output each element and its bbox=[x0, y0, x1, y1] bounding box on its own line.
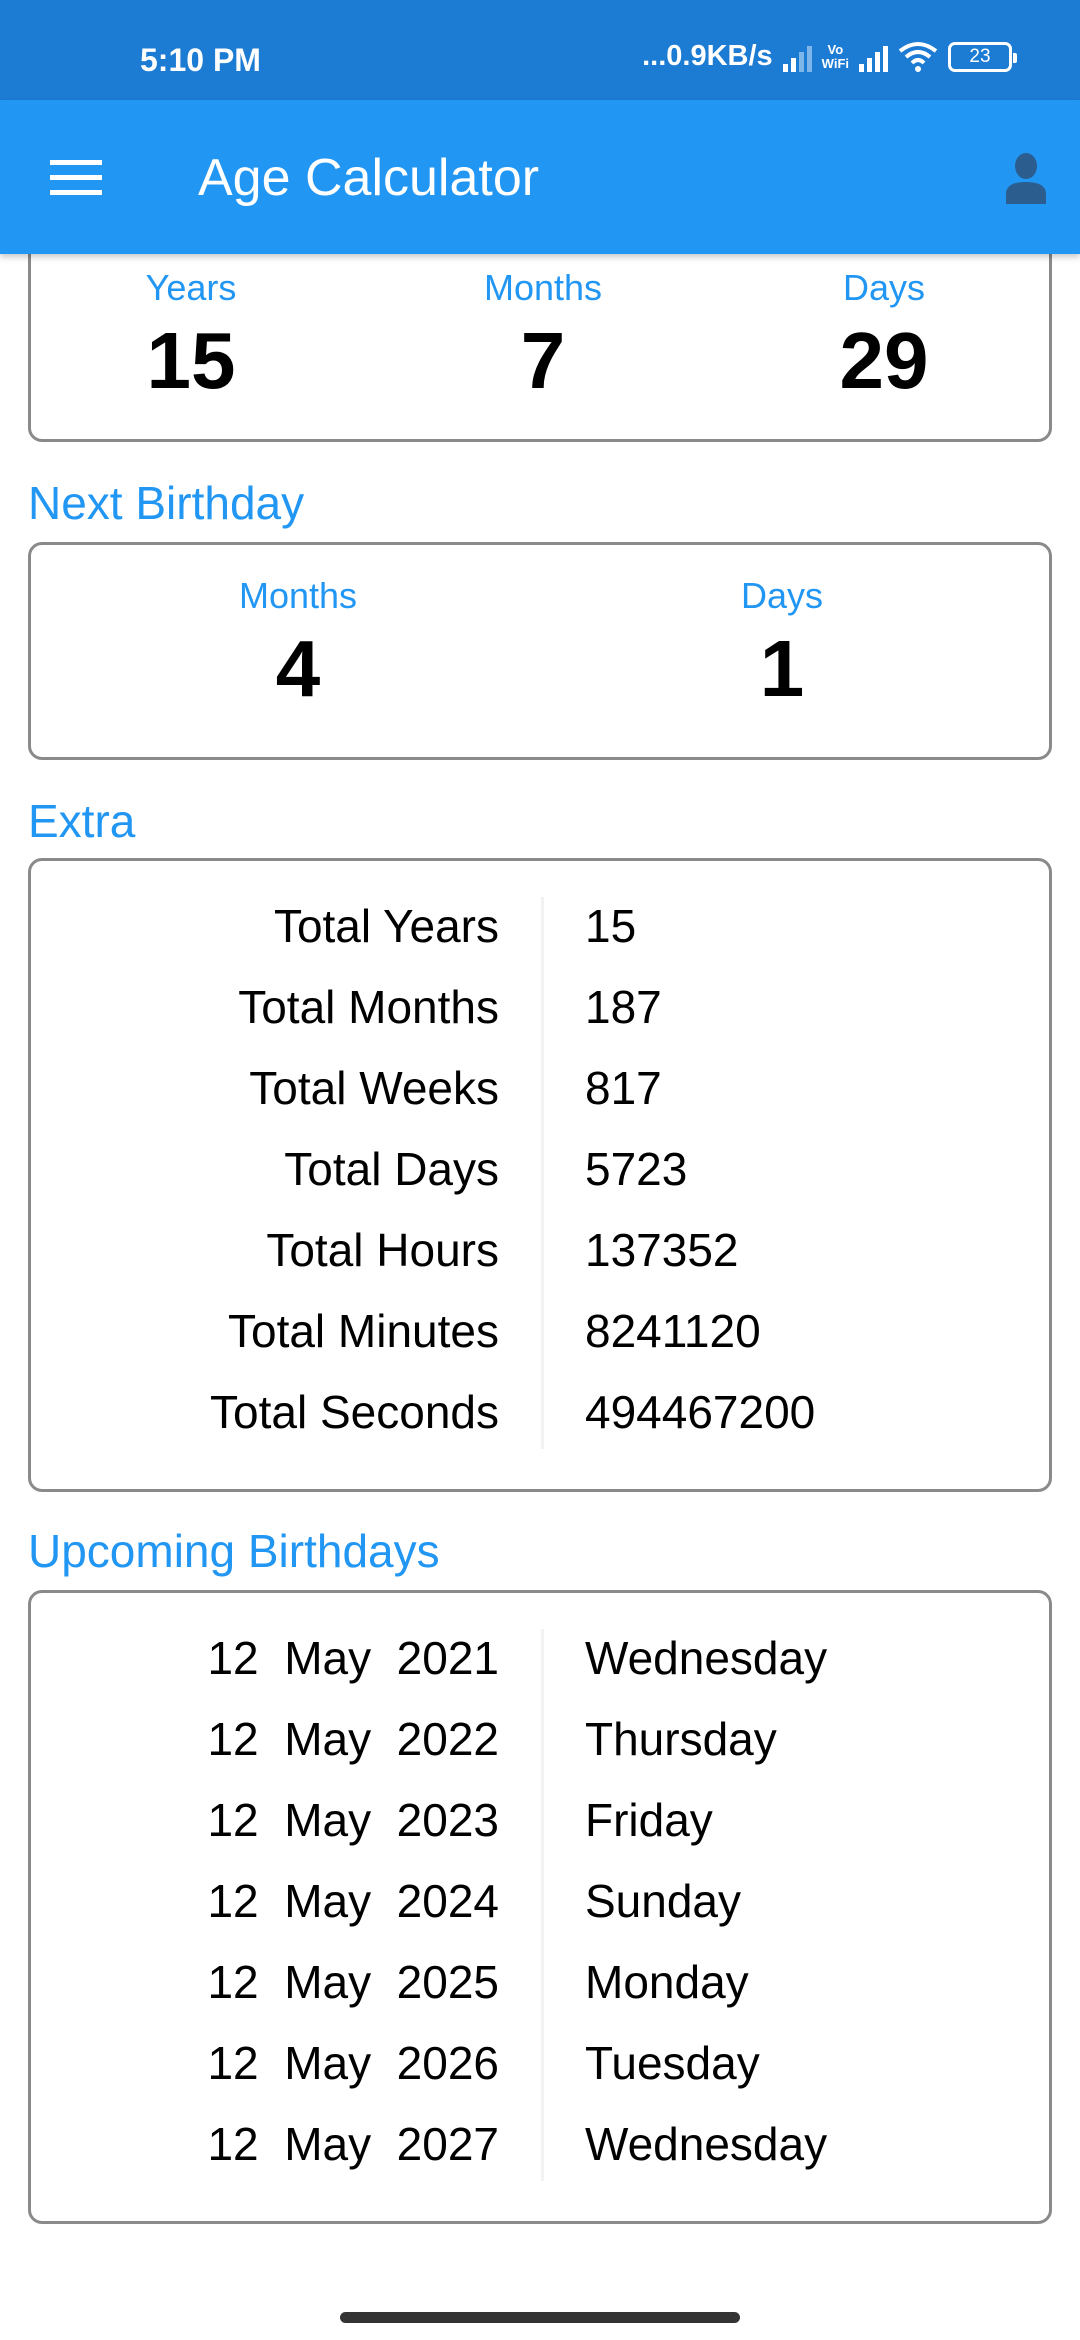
row-label: Total Months bbox=[238, 981, 499, 1033]
table-row: Total Seconds 494467200 bbox=[31, 1385, 1049, 1466]
signal-icon bbox=[859, 42, 888, 72]
birthday-weekday: Sunday bbox=[585, 1875, 742, 1927]
stat-label: Days bbox=[842, 267, 926, 308]
next-birthday-months: Months 4 bbox=[178, 575, 418, 715]
row-label: Total Days bbox=[284, 1143, 499, 1195]
row-label: Total Seconds bbox=[210, 1386, 499, 1438]
row-value: 494467200 bbox=[585, 1386, 816, 1438]
upcoming-birthdays-card: 12 May 2021 Wednesday 12 May 2022 Thursd… bbox=[28, 1590, 1052, 2224]
age-days: Days 29 bbox=[764, 267, 1004, 407]
account-icon[interactable] bbox=[1002, 152, 1050, 204]
row-value: 137352 bbox=[585, 1224, 739, 1276]
table-row: 12 May 2022 Thursday bbox=[31, 1712, 1049, 1793]
row-value: 15 bbox=[585, 900, 637, 952]
extra-title: Extra bbox=[28, 795, 136, 847]
extra-card: Total Years 15 Total Months 187 Total We… bbox=[28, 858, 1052, 1492]
next-birthday-title: Next Birthday bbox=[28, 477, 305, 529]
stat-value: 7 bbox=[520, 316, 566, 405]
stat-value: 1 bbox=[759, 624, 805, 713]
vowifi-icon: Vo WiFi bbox=[821, 41, 849, 71]
app-bar: Age Calculator bbox=[0, 100, 1080, 254]
birthday-date: 12 May 2023 bbox=[207, 1794, 499, 1846]
table-row: Total Days 5723 bbox=[31, 1142, 1049, 1223]
row-label: Total Hours bbox=[266, 1224, 499, 1276]
status-icons: ...0.9KB/s Vo WiFi 23 bbox=[642, 40, 1017, 73]
table-row: 12 May 2025 Monday bbox=[31, 1955, 1049, 2036]
table-row: Total Months 187 bbox=[31, 980, 1049, 1061]
stat-label: Months bbox=[238, 575, 358, 616]
birthday-weekday: Wednesday bbox=[585, 1632, 828, 1684]
birthday-weekday: Thursday bbox=[585, 1713, 777, 1765]
table-row: Total Years 15 bbox=[31, 899, 1049, 980]
table-row: 12 May 2026 Tuesday bbox=[31, 2036, 1049, 2117]
birthday-date: 12 May 2027 bbox=[207, 2118, 499, 2170]
signal-icon bbox=[782, 42, 812, 72]
age-years: Years 15 bbox=[71, 267, 311, 407]
table-row: Total Minutes 8241120 bbox=[31, 1304, 1049, 1385]
next-birthday-days: Days 1 bbox=[662, 575, 902, 715]
stat-value: 15 bbox=[146, 316, 236, 405]
birthday-date: 12 May 2021 bbox=[207, 1632, 499, 1684]
row-value: 5723 bbox=[585, 1143, 688, 1195]
row-label: Total Minutes bbox=[227, 1305, 499, 1357]
birthday-date: 12 May 2025 bbox=[207, 1956, 499, 2008]
upcoming-birthdays-title: Upcoming Birthdays bbox=[28, 1525, 440, 1577]
network-speed: ...0.9KB/s bbox=[642, 40, 773, 72]
stat-value: 4 bbox=[275, 624, 321, 713]
birthday-date: 12 May 2024 bbox=[207, 1875, 499, 1927]
battery-level: 23 bbox=[969, 45, 991, 67]
row-value: 8241120 bbox=[585, 1305, 761, 1357]
vowifi-bottom: WiFi bbox=[821, 55, 849, 71]
vowifi-top: Vo bbox=[827, 41, 844, 57]
stat-value: 29 bbox=[839, 316, 929, 405]
row-label: Total Years bbox=[273, 900, 499, 952]
home-indicator[interactable] bbox=[340, 2312, 740, 2323]
battery-icon: 23 bbox=[948, 41, 1017, 72]
row-label: Total Weeks bbox=[249, 1062, 499, 1114]
status-bar: 5:10 PM ...0.9KB/s Vo WiFi 23 bbox=[0, 0, 1080, 100]
wifi-icon bbox=[898, 41, 938, 72]
birthday-weekday: Friday bbox=[585, 1794, 713, 1846]
app-title: Age Calculator bbox=[198, 149, 540, 207]
stat-label: Months bbox=[483, 267, 603, 308]
age-card: Years 15 Months 7 Days 29 bbox=[28, 234, 1052, 442]
table-row: Total Hours 137352 bbox=[31, 1223, 1049, 1304]
status-time: 5:10 PM bbox=[140, 42, 261, 78]
birthday-weekday: Monday bbox=[585, 1956, 749, 2008]
birthday-weekday: Tuesday bbox=[585, 2037, 760, 2089]
table-row: Total Weeks 817 bbox=[31, 1061, 1049, 1142]
row-value: 187 bbox=[585, 981, 662, 1033]
table-row: 12 May 2021 Wednesday bbox=[31, 1631, 1049, 1712]
table-row: 12 May 2024 Sunday bbox=[31, 1874, 1049, 1955]
birthday-date: 12 May 2022 bbox=[207, 1713, 499, 1765]
next-birthday-card: Months 4 Days 1 bbox=[28, 542, 1052, 760]
hamburger-menu-icon[interactable] bbox=[50, 160, 102, 196]
birthday-weekday: Wednesday bbox=[585, 2118, 828, 2170]
age-months: Months 7 bbox=[423, 267, 663, 407]
stat-label: Years bbox=[145, 267, 237, 308]
stat-label: Days bbox=[740, 575, 824, 616]
row-value: 817 bbox=[585, 1062, 662, 1114]
table-row: 12 May 2023 Friday bbox=[31, 1793, 1049, 1874]
table-row: 12 May 2027 Wednesday bbox=[31, 2117, 1049, 2198]
birthday-date: 12 May 2026 bbox=[207, 2037, 499, 2089]
